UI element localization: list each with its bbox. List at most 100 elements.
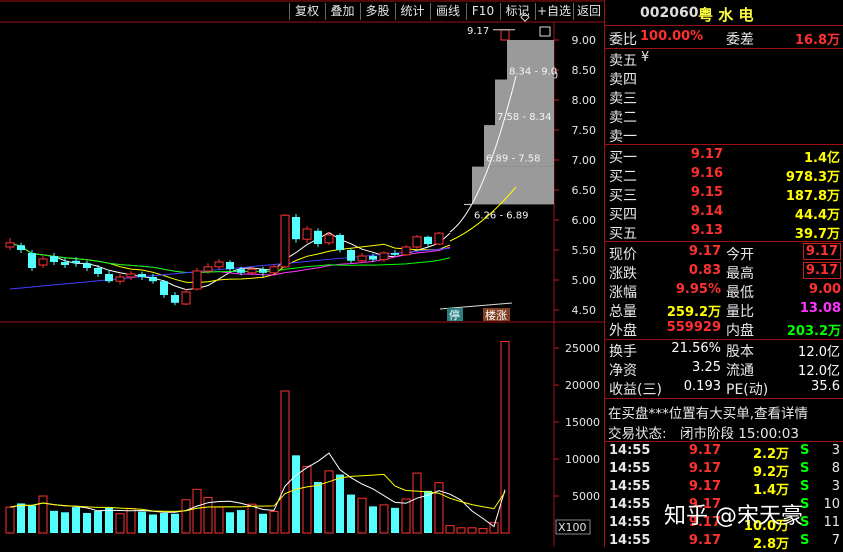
- fund-value: 12.0亿: [798, 345, 840, 360]
- volume-tick-label: 25000: [565, 342, 600, 355]
- quote-label: 涨跌: [609, 266, 637, 282]
- big-order-notice[interactable]: 在买盘***位置有大买单,查看详情: [608, 402, 808, 422]
- quote-value: 9.95%: [675, 282, 721, 297]
- candle: [412, 235, 422, 249]
- volume-unit-label: X100: [558, 521, 587, 534]
- volume-bar: [160, 513, 168, 533]
- price-tick-label: 6.50: [572, 184, 597, 197]
- candle: [115, 274, 125, 285]
- volume-bar: [302, 465, 312, 534]
- chart-annotations: 8.34 - 9.07.58 - 8.346.89 - 7.586.26 - 6…: [439, 12, 558, 322]
- volume-bar: [478, 528, 488, 534]
- buy-level-volume: 978.3万: [785, 170, 840, 185]
- watermark: 知乎 @宋天豪: [664, 504, 803, 529]
- toolbar-separator: [535, 3, 536, 20]
- toolbar-button-0[interactable]: 复权: [289, 2, 325, 21]
- buy-level-label: 买三: [609, 188, 637, 204]
- sell-level-label: 卖三: [609, 91, 637, 107]
- price-tick-label: 5.50: [572, 244, 597, 257]
- volume-bar: [412, 472, 422, 534]
- volume-bar: [192, 488, 202, 534]
- quote-value: 13.08: [799, 301, 841, 316]
- volume-bar: [171, 513, 179, 533]
- candle: [347, 248, 355, 264]
- volume-bar: [456, 527, 466, 534]
- tick-volume: 9.2万: [752, 465, 789, 480]
- buy-level-price: 9.15: [690, 185, 723, 200]
- volume-tick-label: 10000: [565, 453, 600, 466]
- candle: [83, 260, 91, 271]
- quote-value: 9.00: [808, 282, 841, 297]
- tick-time: 14:55: [609, 461, 651, 476]
- volume-bar: [401, 498, 411, 534]
- sell-level-label: 卖四: [609, 72, 637, 88]
- tick-count: 11: [823, 515, 840, 530]
- candle: [259, 266, 267, 277]
- quote-label: 总量: [609, 304, 637, 320]
- volume-tick-label: 15000: [565, 416, 600, 429]
- volume-bar: [61, 512, 69, 533]
- quote-value: 203.2万: [786, 324, 841, 339]
- quote-value: 559929: [666, 320, 721, 335]
- toolbar-separator: [395, 3, 396, 20]
- tick-count: 3: [831, 479, 840, 494]
- divider: [604, 25, 843, 26]
- volume-bar: [292, 455, 300, 533]
- toolbar-separator: [360, 3, 361, 20]
- halt-tag: 停: [449, 308, 460, 322]
- candle: [17, 242, 25, 253]
- divider: [604, 144, 843, 145]
- tick-time: 14:55: [609, 443, 651, 458]
- toolbar-button-4[interactable]: 画线: [430, 2, 466, 21]
- candle: [94, 265, 102, 277]
- volume-bar: [28, 505, 36, 533]
- price-axis: 9.00 8.50 8.00 7.50 7.00 6.50 6.00 5.50 5.00 4.50…: [554, 34, 600, 535]
- toolbar-button-2[interactable]: 多股: [360, 2, 395, 21]
- toolbar-separator: [466, 3, 467, 20]
- volume-bar: [94, 510, 102, 533]
- toolbar-separator: [289, 3, 290, 20]
- tick-volume: 1.4万: [752, 483, 789, 498]
- price-tick-label: 8.50: [572, 64, 597, 77]
- toolbar-separator: [573, 3, 574, 20]
- fund-label: 净资: [609, 363, 637, 379]
- toolbar-button-7[interactable]: +自选: [535, 2, 573, 21]
- volume-tick-label: 5000: [572, 490, 600, 503]
- volume-bar: [38, 495, 48, 534]
- price-tick-label: 7.50: [572, 124, 597, 137]
- volume-bar: [126, 508, 136, 534]
- fund-value: 21.56%: [671, 341, 721, 356]
- buy-level-volume: 1.4亿: [803, 151, 840, 166]
- toolbar-button-1[interactable]: 叠加: [325, 2, 360, 21]
- quote-label: 现价: [609, 247, 637, 263]
- price-tick-label: 4.50: [572, 304, 597, 317]
- buy-level-volume: 39.7万: [794, 227, 840, 242]
- fund-label: 收益(三): [609, 382, 662, 398]
- candle: [292, 214, 300, 243]
- toolbar-button-8[interactable]: 返回: [573, 2, 605, 21]
- volume-bar: [115, 513, 125, 534]
- candle: [160, 280, 168, 298]
- toolbar-button-6[interactable]: 标记: [500, 2, 535, 21]
- fund-value: 12.0亿: [798, 364, 840, 379]
- volume-bar: [467, 527, 477, 534]
- fund-label: 流通: [726, 363, 754, 379]
- toolbar-separator: [430, 3, 431, 20]
- tick-row: 14:55 9.17 2.2万 S 3: [604, 443, 843, 462]
- fund-label: 股本: [726, 344, 754, 360]
- candle: [192, 268, 202, 291]
- quote-value: 9.17: [688, 244, 721, 259]
- price-tick-label: 9.00: [572, 34, 597, 47]
- toolbar-button-5[interactable]: F10: [466, 2, 500, 21]
- quote-value: 9.17: [802, 262, 841, 279]
- quote-label: 今开: [726, 247, 754, 263]
- volume-bar: [247, 503, 257, 534]
- volume-bar: [237, 510, 245, 533]
- sell-level-label: 卖二: [609, 110, 637, 126]
- tick-row: 14:55 9.17 9.2万 S 8: [604, 461, 843, 480]
- quote-value: 9.17: [802, 243, 841, 260]
- candle: [357, 253, 367, 264]
- candle: [5, 238, 15, 250]
- toolbar-button-3[interactable]: 统计: [395, 2, 430, 21]
- candle: [336, 233, 344, 253]
